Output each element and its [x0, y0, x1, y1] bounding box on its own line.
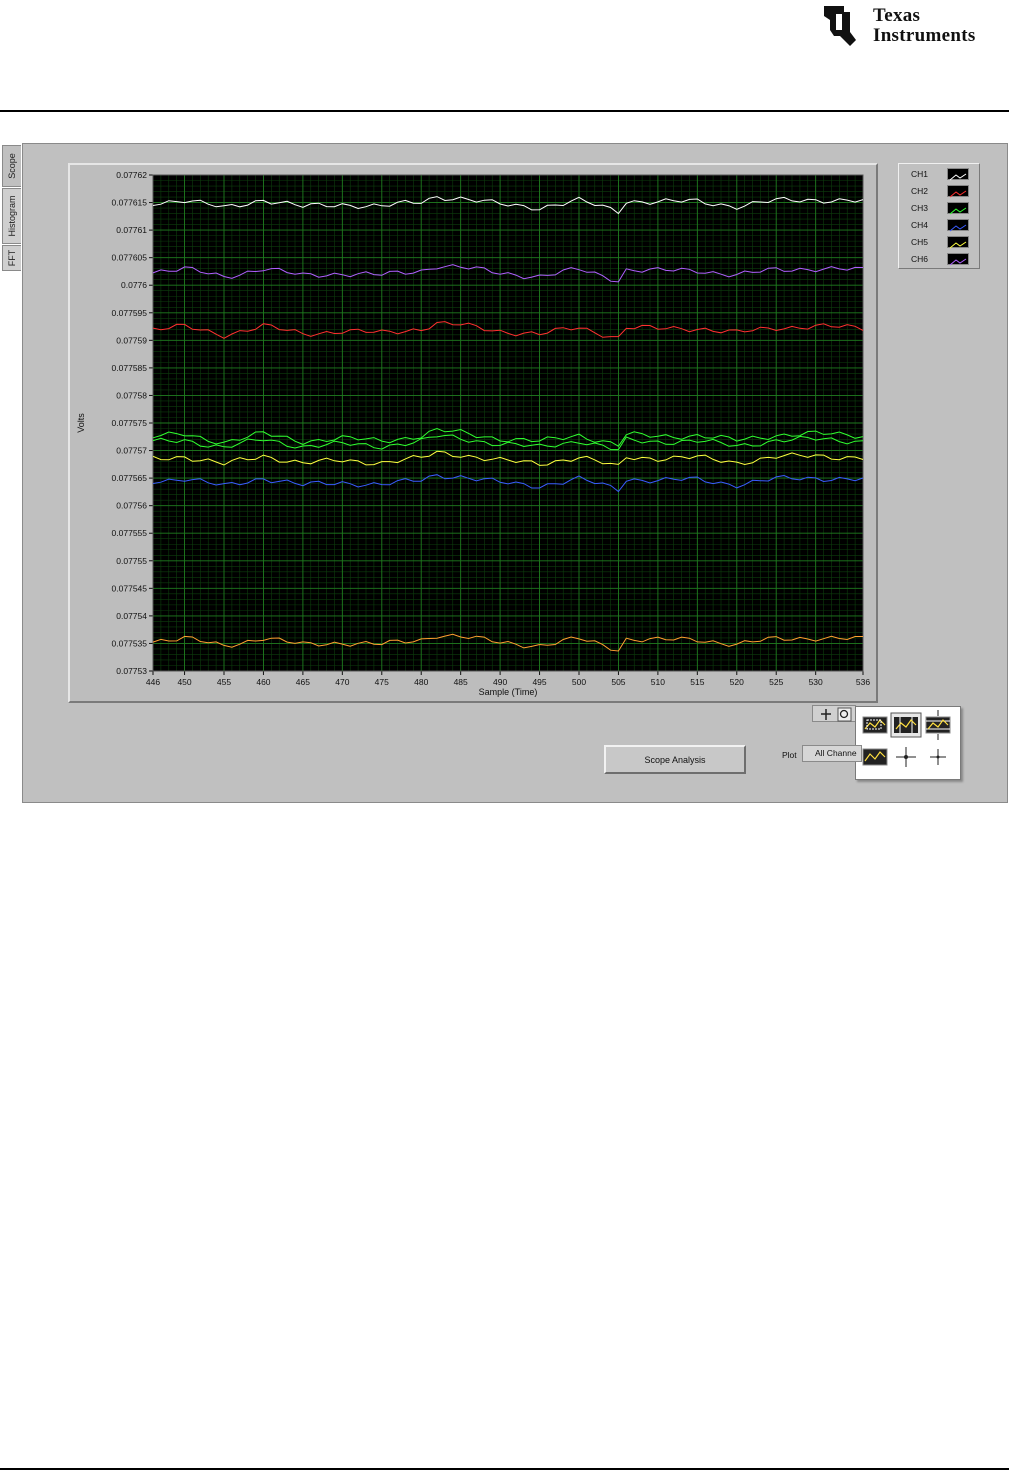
- y-tick-label: 0.07758: [116, 390, 147, 400]
- x-tick-label: 515: [690, 677, 704, 687]
- x-tick-label: 495: [532, 677, 546, 687]
- y-tick-label: 0.07755: [116, 556, 147, 566]
- x-tick-label: 470: [335, 677, 349, 687]
- zoom-out-point-icon[interactable]: [930, 749, 946, 765]
- legend-item-ch2[interactable]: CH2: [903, 184, 977, 200]
- x-tick-label: 460: [256, 677, 270, 687]
- y-tick-label: 0.07761: [116, 225, 147, 235]
- legend-label: CH1: [911, 169, 929, 179]
- x-tick-label: 455: [217, 677, 231, 687]
- y-tick-label: 0.077555: [112, 528, 148, 538]
- legend-swatch: [947, 253, 969, 266]
- ti-wordmark: Texas Instruments: [873, 6, 976, 46]
- y-tick-label: 0.077585: [112, 363, 148, 373]
- x-tick-label: 510: [651, 677, 665, 687]
- y-tick-label: 0.0776: [121, 280, 147, 290]
- y-tick-label: 0.077595: [112, 308, 148, 318]
- y-tick-label: 0.07756: [116, 501, 147, 511]
- y-axis-label: Volts: [76, 413, 86, 433]
- legend-item-ch6[interactable]: CH6: [903, 252, 977, 268]
- y-tick-label: 0.07757: [116, 446, 147, 456]
- graph-palette: [812, 705, 856, 722]
- zoom-rectangle-icon[interactable]: [862, 716, 888, 734]
- legend-label: CH5: [911, 237, 929, 247]
- legend-swatch: [947, 185, 969, 198]
- legend-swatch: [947, 219, 969, 232]
- tab-scope[interactable]: Scope: [2, 145, 21, 187]
- plot-selector[interactable]: All Channe: [802, 745, 862, 762]
- y-tick-label: 0.07762: [116, 170, 147, 180]
- legend-label: CH6: [911, 254, 929, 264]
- legend-item-ch1[interactable]: CH1: [903, 167, 977, 183]
- y-tick-label: 0.077535: [112, 638, 148, 648]
- legend-item-ch5[interactable]: CH5: [903, 235, 977, 251]
- y-tick-label: 0.07753: [116, 666, 147, 676]
- legend-label: CH4: [911, 220, 929, 230]
- x-tick-label: 536: [856, 677, 870, 687]
- y-tick-label: 0.077605: [112, 253, 148, 263]
- y-tick-label: 0.07754: [116, 611, 147, 621]
- brand-line2: Instruments: [873, 25, 976, 46]
- waveform-graph[interactable]: 446 450 455 460 465 470 475 480 485 490 495 500 505 5…: [70, 165, 876, 701]
- y-tick-label: 0.077575: [112, 418, 148, 428]
- x-tick-label: 450: [177, 677, 191, 687]
- tab-fft[interactable]: FFT: [2, 245, 21, 271]
- tab-fft-label: FFT: [7, 249, 17, 267]
- x-tick-label: 446: [146, 677, 160, 687]
- legend-swatch: [947, 202, 969, 215]
- y-tick-label: 0.077545: [112, 583, 148, 593]
- y-tick-label: 0.077565: [112, 473, 148, 483]
- x-tick-label: 490: [493, 677, 507, 687]
- legend-swatch: [947, 168, 969, 181]
- x-axis-label: Sample (Time): [479, 687, 538, 697]
- zoom-options-popup: [855, 706, 961, 780]
- cursor-icon[interactable]: [821, 709, 831, 720]
- header-rule: [0, 110, 1009, 112]
- x-tick-label: 485: [454, 677, 468, 687]
- scope-analysis-button[interactable]: Scope Analysis: [604, 745, 746, 774]
- tab-histogram[interactable]: Histogram: [2, 188, 21, 244]
- x-tick-label: 520: [730, 677, 744, 687]
- legend-label: CH3: [911, 203, 929, 213]
- legend-swatch: [947, 236, 969, 249]
- tab-histogram-label: Histogram: [7, 195, 17, 237]
- zoom-y-icon[interactable]: [925, 710, 951, 740]
- legend-item-ch4[interactable]: CH4: [903, 218, 977, 234]
- x-tick-label: 475: [375, 677, 389, 687]
- plot-selector-label: Plot: [782, 750, 797, 760]
- legend-item-ch3[interactable]: CH3: [903, 201, 977, 217]
- legend-label: CH2: [911, 186, 929, 196]
- x-tick-label: 525: [769, 677, 783, 687]
- x-tick-label: 480: [414, 677, 428, 687]
- zoom-in-point-icon[interactable]: [896, 747, 916, 767]
- y-tick-label: 0.077615: [112, 198, 148, 208]
- brand-line1: Texas: [873, 5, 921, 26]
- footer-rule: [0, 1468, 1009, 1470]
- y-tick-label: 0.07759: [116, 335, 147, 345]
- zoom-x-icon[interactable]: [890, 712, 922, 738]
- plot-legend: CH1 CH2 CH3 CH4 CH5 CH6: [898, 163, 980, 269]
- x-tick-label: 465: [296, 677, 310, 687]
- zoom-fit-icon[interactable]: [862, 748, 888, 766]
- x-tick-label: 505: [611, 677, 625, 687]
- x-tick-label: 530: [809, 677, 823, 687]
- x-tick-label: 500: [572, 677, 586, 687]
- zoom-icon[interactable]: [837, 707, 852, 722]
- tab-scope-label: Scope: [7, 153, 17, 179]
